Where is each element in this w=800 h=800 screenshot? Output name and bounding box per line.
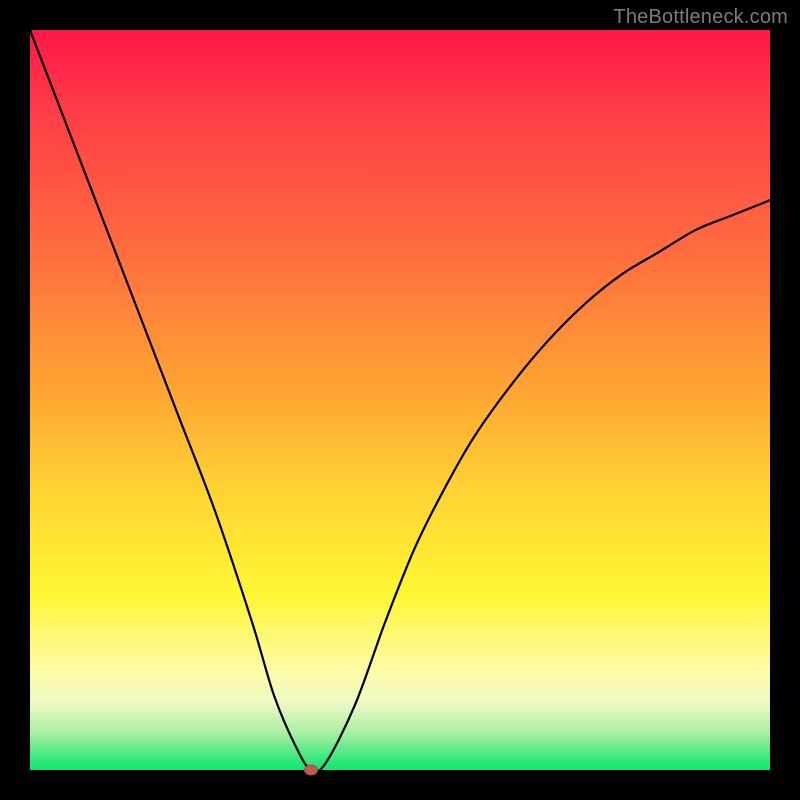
bottleneck-curve bbox=[30, 30, 770, 770]
minimum-marker bbox=[304, 765, 318, 776]
watermark-text: TheBottleneck.com bbox=[613, 6, 788, 29]
plot-area bbox=[30, 30, 770, 770]
chart-frame: TheBottleneck.com bbox=[0, 0, 800, 800]
